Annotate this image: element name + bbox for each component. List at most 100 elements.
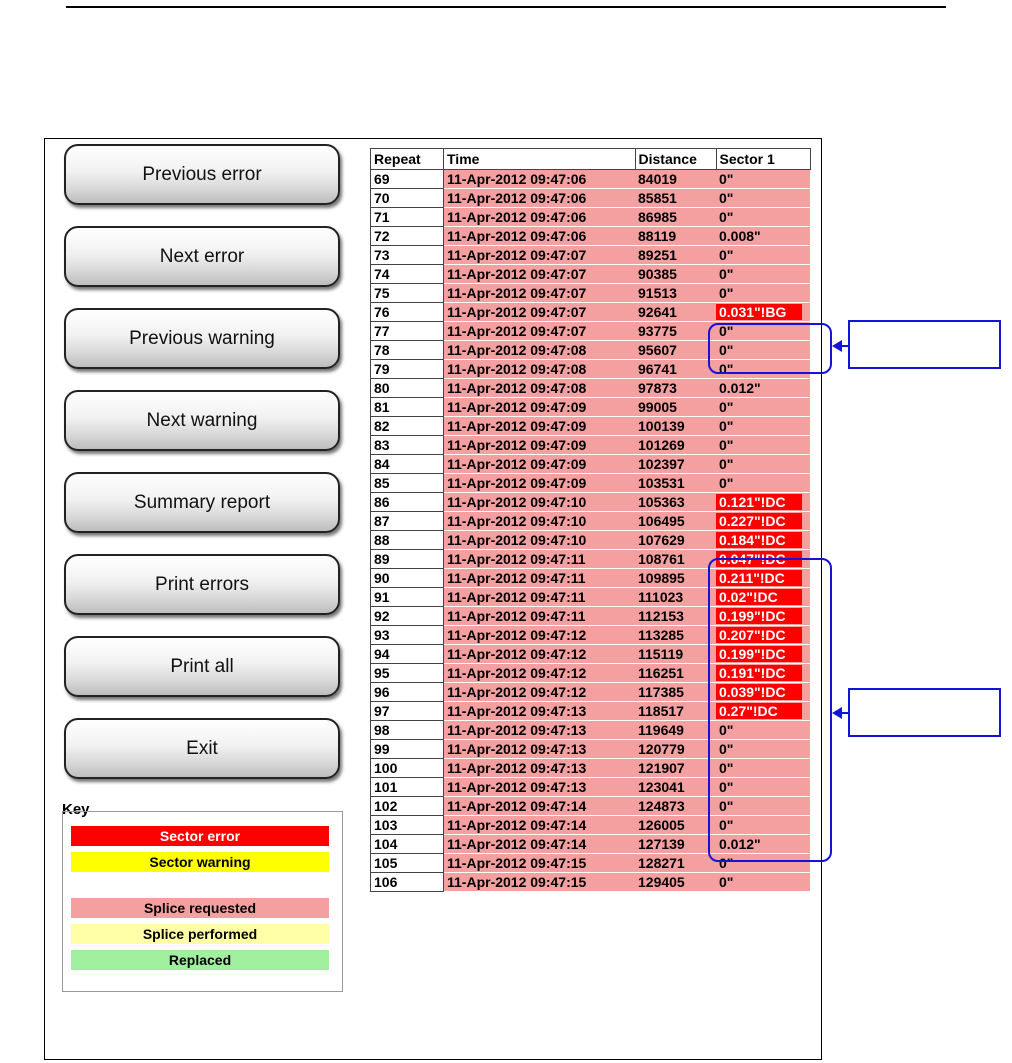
cell-time: 11-Apr-2012 09:47:15 <box>443 872 635 892</box>
table-row[interactable]: 88 11-Apr-2012 09:47:10 107629 0.184"!DC <box>370 530 810 550</box>
cell-repeat: 90 <box>370 568 444 588</box>
cell-time: 11-Apr-2012 09:47:11 <box>443 606 635 626</box>
cell-distance: 85851 <box>635 188 716 208</box>
cell-repeat: 98 <box>370 720 444 740</box>
cell-time: 11-Apr-2012 09:47:06 <box>443 188 635 208</box>
print-all-button[interactable]: Print all <box>64 636 340 697</box>
table-row[interactable]: 84 11-Apr-2012 09:47:09 102397 0" <box>370 454 810 474</box>
sector-error-value: 0.031"!BG <box>716 304 802 320</box>
cell-sector-1: 0" <box>716 473 810 493</box>
cell-time: 11-Apr-2012 09:47:12 <box>443 644 635 664</box>
key-item-splice-requested: Splice requested <box>71 898 329 918</box>
top-rule <box>66 6 946 8</box>
cell-time: 11-Apr-2012 09:47:11 <box>443 568 635 588</box>
exit-button[interactable]: Exit <box>64 718 340 779</box>
cell-repeat: 96 <box>370 682 444 702</box>
cell-repeat: 105 <box>370 853 444 873</box>
table-row[interactable]: 70 11-Apr-2012 09:47:06 85851 0" <box>370 188 810 208</box>
cell-sector-1: 0.008" <box>716 226 810 246</box>
table-row[interactable]: 106 11-Apr-2012 09:47:15 129405 0" <box>370 872 810 892</box>
table-row[interactable]: 75 11-Apr-2012 09:47:07 91513 0" <box>370 283 810 303</box>
cell-sector-1: 0" <box>716 188 810 208</box>
cell-time: 11-Apr-2012 09:47:14 <box>443 834 635 854</box>
header-repeat[interactable]: Repeat <box>370 148 444 170</box>
cell-time: 11-Apr-2012 09:47:07 <box>443 302 635 322</box>
next-error-button[interactable]: Next error <box>64 226 340 287</box>
cell-time: 11-Apr-2012 09:47:09 <box>443 416 635 436</box>
cell-sector-1: 0" <box>716 435 810 455</box>
cell-distance: 100139 <box>635 416 716 436</box>
cell-repeat: 85 <box>370 473 444 493</box>
cell-repeat: 104 <box>370 834 444 854</box>
table-row[interactable]: 71 11-Apr-2012 09:47:06 86985 0" <box>370 207 810 227</box>
header-sector-1[interactable]: Sector 1 <box>715 148 811 170</box>
cell-distance: 88119 <box>635 226 716 246</box>
cell-time: 11-Apr-2012 09:47:07 <box>443 321 635 341</box>
cell-distance: 117385 <box>635 682 716 702</box>
cell-distance: 96741 <box>635 359 716 379</box>
table-row[interactable]: 76 11-Apr-2012 09:47:07 92641 0.031"!BG <box>370 302 810 322</box>
cell-distance: 121907 <box>635 758 716 778</box>
cell-time: 11-Apr-2012 09:47:13 <box>443 701 635 721</box>
summary-report-button[interactable]: Summary report <box>64 472 340 533</box>
cell-repeat: 103 <box>370 815 444 835</box>
cell-time: 11-Apr-2012 09:47:15 <box>443 853 635 873</box>
cell-repeat: 71 <box>370 207 444 227</box>
previous-warning-button[interactable]: Previous warning <box>64 308 340 369</box>
table-row[interactable]: 82 11-Apr-2012 09:47:09 100139 0" <box>370 416 810 436</box>
table-row[interactable]: 72 11-Apr-2012 09:47:06 88119 0.008" <box>370 226 810 246</box>
cell-time: 11-Apr-2012 09:47:13 <box>443 777 635 797</box>
table-row[interactable]: 69 11-Apr-2012 09:47:06 84019 0" <box>370 169 810 189</box>
print-errors-button[interactable]: Print errors <box>64 554 340 615</box>
header-time[interactable]: Time <box>443 148 636 170</box>
cell-time: 11-Apr-2012 09:47:07 <box>443 264 635 284</box>
cell-repeat: 92 <box>370 606 444 626</box>
cell-time: 11-Apr-2012 09:47:10 <box>443 511 635 531</box>
cell-distance: 91513 <box>635 283 716 303</box>
cell-sector-1: 0" <box>716 416 810 436</box>
cell-sector-1: 0" <box>716 245 810 265</box>
table-row[interactable]: 85 11-Apr-2012 09:47:09 103531 0" <box>370 473 810 493</box>
cell-distance: 84019 <box>635 169 716 189</box>
callout-box-1 <box>848 320 1001 369</box>
callout-arrowhead-1 <box>832 340 842 352</box>
table-header-row: Repeat Time Distance Sector 1 <box>370 148 811 170</box>
table-row[interactable]: 86 11-Apr-2012 09:47:10 105363 0.121"!DC <box>370 492 810 512</box>
cell-repeat: 78 <box>370 340 444 360</box>
previous-error-button[interactable]: Previous error <box>64 144 340 205</box>
header-distance[interactable]: Distance <box>634 148 717 170</box>
cell-sector-1: 0.227"!DC <box>716 511 810 531</box>
next-warning-button[interactable]: Next warning <box>64 390 340 451</box>
table-row[interactable]: 73 11-Apr-2012 09:47:07 89251 0" <box>370 245 810 265</box>
table-row[interactable]: 80 11-Apr-2012 09:47:08 97873 0.012" <box>370 378 810 398</box>
cell-time: 11-Apr-2012 09:47:09 <box>443 435 635 455</box>
cell-time: 11-Apr-2012 09:47:12 <box>443 625 635 645</box>
cell-repeat: 95 <box>370 663 444 683</box>
cell-distance: 95607 <box>635 340 716 360</box>
cell-sector-1: 0.121"!DC <box>716 492 810 512</box>
table-row[interactable]: 81 11-Apr-2012 09:47:09 99005 0" <box>370 397 810 417</box>
cell-distance: 120779 <box>635 739 716 759</box>
cell-distance: 128271 <box>635 853 716 873</box>
table-row[interactable]: 87 11-Apr-2012 09:47:10 106495 0.227"!DC <box>370 511 810 531</box>
cell-repeat: 89 <box>370 549 444 569</box>
cell-distance: 129405 <box>635 872 716 892</box>
cell-repeat: 70 <box>370 188 444 208</box>
cell-repeat: 77 <box>370 321 444 341</box>
cell-time: 11-Apr-2012 09:47:09 <box>443 454 635 474</box>
cell-repeat: 84 <box>370 454 444 474</box>
cell-sector-1: 0" <box>716 264 810 284</box>
cell-time: 11-Apr-2012 09:47:06 <box>443 169 635 189</box>
cell-repeat: 73 <box>370 245 444 265</box>
table-row[interactable]: 74 11-Apr-2012 09:47:07 90385 0" <box>370 264 810 284</box>
cell-sector-1: 0.012" <box>716 378 810 398</box>
key-item-sector-warning: Sector warning <box>71 852 329 872</box>
cell-time: 11-Apr-2012 09:47:12 <box>443 663 635 683</box>
cell-time: 11-Apr-2012 09:47:11 <box>443 587 635 607</box>
cell-time: 11-Apr-2012 09:47:08 <box>443 378 635 398</box>
cell-time: 11-Apr-2012 09:47:09 <box>443 473 635 493</box>
table-row[interactable]: 83 11-Apr-2012 09:47:09 101269 0" <box>370 435 810 455</box>
cell-repeat: 97 <box>370 701 444 721</box>
cell-distance: 127139 <box>635 834 716 854</box>
cell-repeat: 106 <box>370 872 444 892</box>
